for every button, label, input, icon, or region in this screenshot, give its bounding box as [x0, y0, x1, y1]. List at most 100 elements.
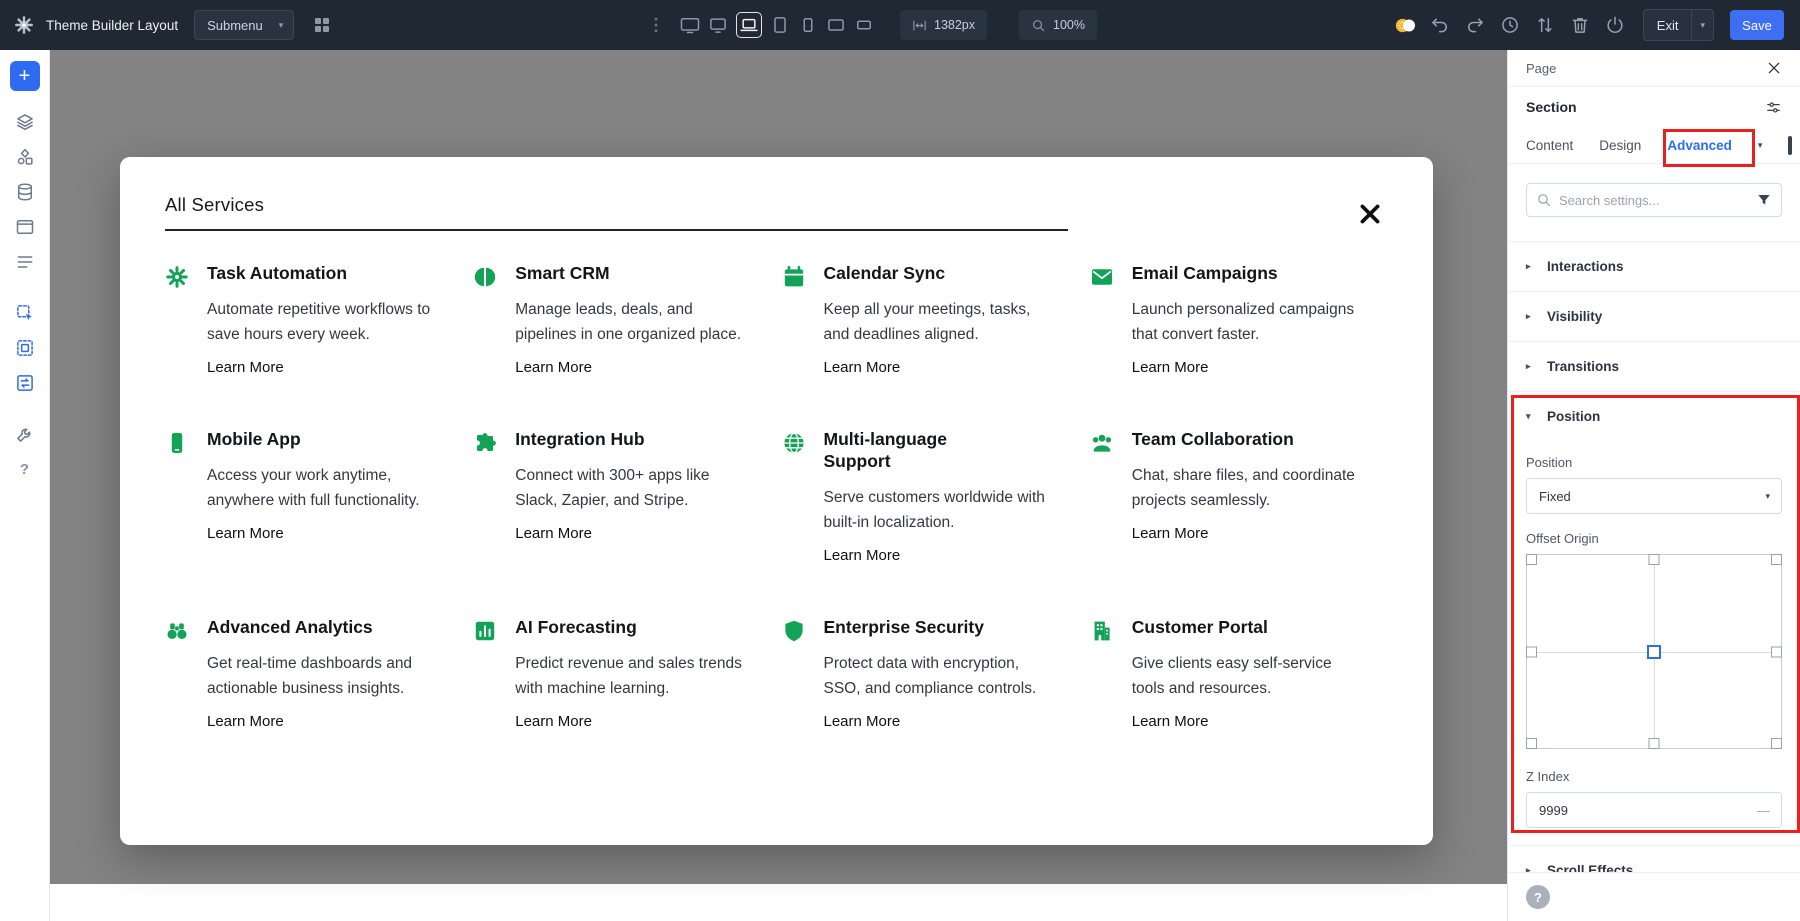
learn-more-link[interactable]: Learn More	[515, 359, 592, 376]
origin-handle-bottom-left[interactable]	[1526, 738, 1537, 749]
device-tablet-icon[interactable]	[770, 15, 790, 35]
origin-handle-top-right[interactable]	[1771, 554, 1782, 565]
canvas-width-value: 1382px	[934, 18, 975, 32]
topbar-center: 1382px 100%	[646, 0, 1097, 50]
tab-advanced[interactable]: Advanced	[1667, 138, 1732, 153]
tab-content[interactable]: Content	[1526, 138, 1573, 153]
zoom-field[interactable]: 100%	[1019, 10, 1097, 40]
origin-handle-middle-left[interactable]	[1526, 646, 1537, 657]
redo-icon[interactable]	[1465, 15, 1485, 35]
z-index-input[interactable]: 9999 —	[1526, 792, 1782, 828]
select-element-icon[interactable]	[15, 303, 35, 323]
stepper-dash-icon[interactable]: —	[1757, 803, 1770, 818]
select-container-icon[interactable]	[15, 338, 35, 358]
origin-handle-middle-right[interactable]	[1771, 646, 1782, 657]
origin-handle-bottom-center[interactable]	[1649, 738, 1660, 749]
device-desktop-icon[interactable]	[708, 15, 728, 35]
origin-handle-top-center[interactable]	[1649, 554, 1660, 565]
theme-toggle-icon[interactable]	[1395, 15, 1415, 35]
learn-more-link[interactable]: Learn More	[824, 547, 901, 564]
topbar-left: Theme Builder Layout Submenu ▾	[0, 10, 332, 40]
exit-caret-icon[interactable]: ▾	[1691, 10, 1713, 40]
wireframe-toggle-icon[interactable]	[1788, 136, 1792, 155]
filter-icon[interactable]	[1756, 192, 1772, 208]
accordion-visibility[interactable]: ▸ Visibility	[1508, 291, 1800, 341]
device-phone-icon[interactable]	[798, 15, 818, 35]
submenu-label: Submenu	[207, 18, 263, 33]
modal-close-icon[interactable]	[1357, 201, 1383, 227]
panel-header: Page	[1508, 50, 1800, 87]
origin-handle-top-left[interactable]	[1526, 554, 1537, 565]
learn-more-link[interactable]: Learn More	[1132, 713, 1209, 730]
save-button[interactable]: Save	[1730, 10, 1784, 40]
service-title: Task Automation	[207, 263, 392, 285]
tabs-caret-icon[interactable]: ▾	[1758, 140, 1763, 151]
panel-close-icon[interactable]	[1766, 60, 1782, 76]
service-body: Integration HubConnect with 300+ apps li…	[515, 429, 747, 543]
z-index-label: Z Index	[1526, 769, 1782, 784]
add-element-button[interactable]: +	[10, 61, 40, 91]
z-index-value: 9999	[1539, 803, 1568, 818]
tab-design[interactable]: Design	[1599, 138, 1641, 153]
accordion-position[interactable]: ▾ Position	[1508, 391, 1800, 441]
more-options-icon[interactable]	[646, 15, 666, 35]
learn-more-link[interactable]: Learn More	[515, 713, 592, 730]
learn-more-link[interactable]: Learn More	[207, 525, 284, 542]
learn-more-link[interactable]: Learn More	[824, 713, 901, 730]
help-button[interactable]: ?	[1526, 885, 1550, 909]
gear-icon	[165, 265, 189, 289]
learn-more-link[interactable]: Learn More	[1132, 359, 1209, 376]
help-icon[interactable]: ?	[15, 459, 35, 479]
topbar-actions	[1395, 15, 1625, 35]
origin-handle-center-selected[interactable]	[1647, 645, 1661, 659]
service-description: Connect with 300+ apps like Slack, Zapie…	[515, 463, 747, 513]
history-icon[interactable]	[1500, 15, 1520, 35]
shield-icon	[782, 619, 806, 643]
service-card: Smart CRMManage leads, deals, and pipeli…	[473, 263, 781, 377]
service-body: Customer PortalGive clients easy self-se…	[1132, 617, 1364, 731]
wrench-icon[interactable]	[15, 424, 35, 444]
builder-settings-icon[interactable]	[14, 15, 34, 35]
learn-more-link[interactable]: Learn More	[824, 359, 901, 376]
grid-view-icon[interactable]	[312, 15, 332, 35]
submenu-dropdown[interactable]: Submenu ▾	[194, 10, 294, 40]
device-phone-landscape-icon[interactable]	[854, 15, 874, 35]
browser-icon[interactable]	[15, 217, 35, 237]
learn-more-link[interactable]: Learn More	[207, 359, 284, 376]
service-card: Multi-language SupportServe customers wo…	[782, 429, 1090, 565]
shapes-icon[interactable]	[15, 147, 35, 167]
learn-more-link[interactable]: Learn More	[1132, 525, 1209, 542]
service-title: Smart CRM	[515, 263, 700, 285]
breadcrumb-page[interactable]: Page	[1526, 61, 1556, 76]
origin-handle-bottom-right[interactable]	[1771, 738, 1782, 749]
caret-right-icon: ▸	[1526, 261, 1536, 272]
layers-icon[interactable]	[15, 112, 35, 132]
offset-origin-widget[interactable]	[1526, 554, 1782, 749]
canvas: All Services Task AutomationAutomate rep…	[50, 50, 1507, 921]
accordion-interactions[interactable]: ▸ Interactions	[1508, 241, 1800, 291]
panel-tabs: Content Design Advanced ▾	[1508, 127, 1800, 164]
accordion-transitions[interactable]: ▸ Transitions	[1508, 341, 1800, 391]
caret-right-icon: ▸	[1526, 311, 1536, 322]
service-card: Calendar SyncKeep all your meetings, tas…	[782, 263, 1090, 377]
canvas-width-field[interactable]: 1382px	[900, 10, 987, 40]
zoom-value: 100%	[1053, 18, 1085, 32]
power-icon[interactable]	[1605, 15, 1625, 35]
database-icon[interactable]	[15, 182, 35, 202]
settings-search-input[interactable]	[1526, 183, 1782, 217]
device-desktop-large-icon[interactable]	[680, 15, 700, 35]
learn-more-link[interactable]: Learn More	[207, 713, 284, 730]
swap-icon[interactable]	[15, 373, 35, 393]
trash-icon[interactable]	[1570, 15, 1590, 35]
reorder-icon[interactable]	[1535, 15, 1555, 35]
service-card: Task AutomationAutomate repetitive workf…	[165, 263, 473, 377]
list-icon[interactable]	[15, 252, 35, 272]
position-select[interactable]: Fixed ▾	[1526, 478, 1782, 514]
undo-icon[interactable]	[1430, 15, 1450, 35]
service-body: Smart CRMManage leads, deals, and pipeli…	[515, 263, 747, 377]
device-tablet-landscape-icon[interactable]	[826, 15, 846, 35]
exit-button[interactable]: Exit ▾	[1643, 9, 1714, 41]
learn-more-link[interactable]: Learn More	[515, 525, 592, 542]
element-settings-icon[interactable]	[1765, 99, 1782, 116]
device-laptop-icon[interactable]	[736, 12, 762, 38]
